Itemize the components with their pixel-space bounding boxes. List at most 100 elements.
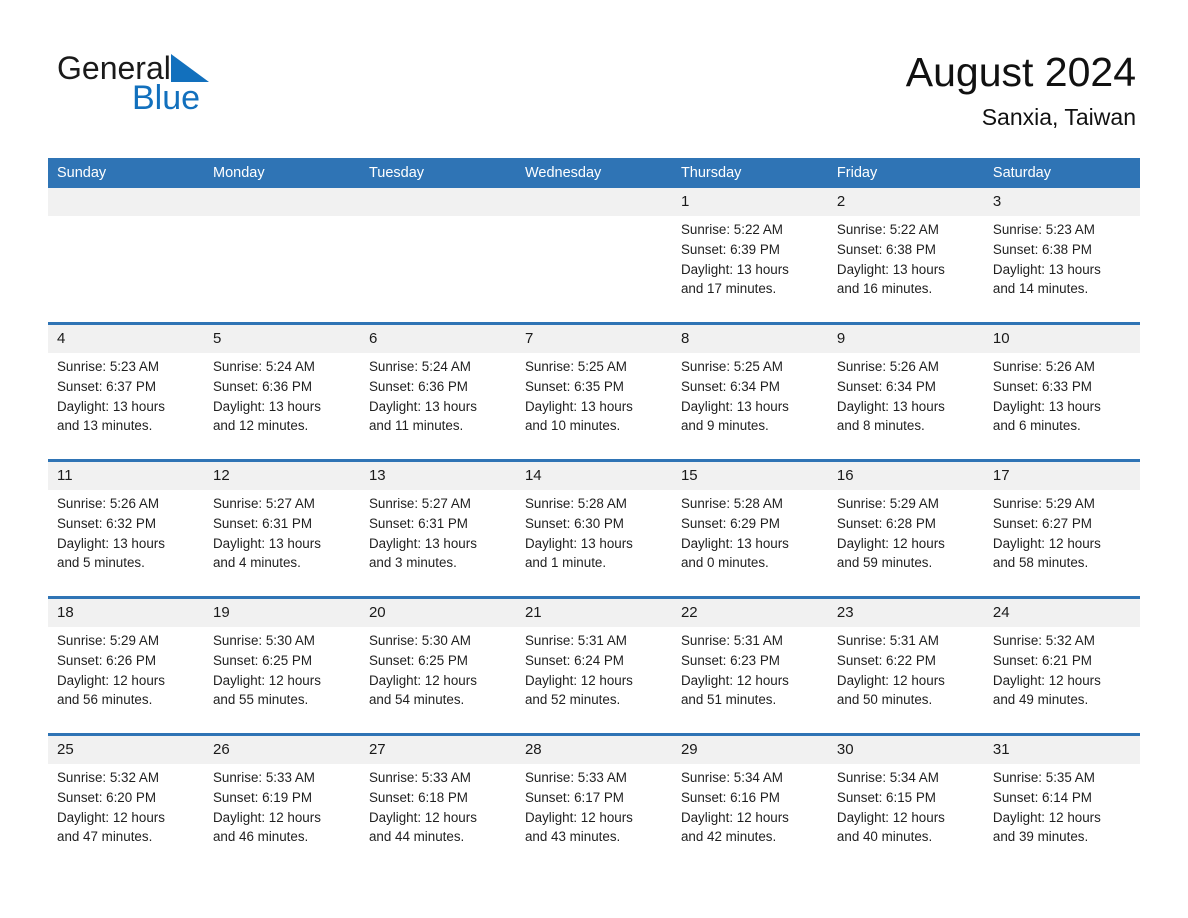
page-header: General Blue August 2024 Sanxia, Taiwan bbox=[0, 0, 1188, 150]
daylight-text-line2: and 14 minutes. bbox=[992, 281, 1089, 297]
weekday-header-sunday: Sunday bbox=[48, 158, 204, 188]
sunrise-text: Sunrise: 5:30 AM bbox=[368, 633, 471, 648]
sunset-text: Sunset: 6:22 PM bbox=[836, 652, 936, 668]
daylight-text-line1: Daylight: 12 hours bbox=[992, 672, 1101, 688]
daylight-text-line2: and 40 minutes. bbox=[836, 829, 933, 845]
day-cell-details: Sunrise: 5:33 AM Sunset: 6:17 PM Dayligh… bbox=[515, 764, 672, 870]
day-cell-number: 29 bbox=[671, 736, 828, 764]
daylight-text-line1: Daylight: 12 hours bbox=[992, 809, 1101, 825]
sunrise-text: Sunrise: 5:34 AM bbox=[836, 770, 939, 785]
sunset-text: Sunset: 6:31 PM bbox=[368, 515, 468, 531]
day-cell-details bbox=[515, 216, 672, 322]
daylight-text-line2: and 1 minute. bbox=[524, 555, 607, 571]
week-4-daynumbers: 18 19 20 21 22 23 24 bbox=[48, 599, 1140, 627]
daylight-text-line1: Daylight: 12 hours bbox=[836, 535, 945, 551]
daylight-text-line1: Daylight: 13 hours bbox=[836, 398, 945, 414]
daylight-text-line2: and 51 minutes. bbox=[680, 692, 777, 708]
sunrise-text: Sunrise: 5:31 AM bbox=[836, 633, 939, 648]
sunrise-text: Sunrise: 5:22 AM bbox=[836, 222, 939, 237]
daylight-text-line1: Daylight: 13 hours bbox=[57, 398, 165, 414]
sunset-text: Sunset: 6:17 PM bbox=[524, 789, 624, 805]
generalblue-logo: General Blue bbox=[57, 52, 357, 132]
daylight-text-line1: Daylight: 12 hours bbox=[680, 672, 789, 688]
daylight-text-line2: and 56 minutes. bbox=[57, 692, 153, 708]
daylight-text-line2: and 52 minutes. bbox=[524, 692, 621, 708]
day-cell-number: 27 bbox=[359, 736, 516, 764]
sunrise-text: Sunrise: 5:30 AM bbox=[212, 633, 315, 648]
daylight-text-line2: and 5 minutes. bbox=[57, 555, 145, 571]
sunrise-text: Sunrise: 5:23 AM bbox=[992, 222, 1095, 237]
sunrise-text: Sunrise: 5:24 AM bbox=[368, 359, 471, 374]
sunset-text: Sunset: 6:37 PM bbox=[57, 378, 156, 394]
logo-blue-text: Blue bbox=[132, 79, 201, 117]
daylight-text-line1: Daylight: 13 hours bbox=[680, 261, 789, 277]
week-1-daynumbers: 1 2 3 bbox=[48, 188, 1140, 216]
day-cell-details: Sunrise: 5:34 AM Sunset: 6:15 PM Dayligh… bbox=[827, 764, 984, 870]
sunset-text: Sunset: 6:30 PM bbox=[524, 515, 624, 531]
day-cell-details bbox=[48, 216, 204, 322]
daylight-text-line1: Daylight: 12 hours bbox=[368, 809, 477, 825]
daylight-text-line1: Daylight: 13 hours bbox=[57, 535, 165, 551]
sunrise-text: Sunrise: 5:28 AM bbox=[680, 496, 783, 511]
day-cell-number: 18 bbox=[48, 599, 204, 627]
sunset-text: Sunset: 6:27 PM bbox=[992, 515, 1092, 531]
week-4-details: Sunrise: 5:29 AM Sunset: 6:26 PM Dayligh… bbox=[48, 627, 1140, 733]
weekday-header-tuesday: Tuesday bbox=[359, 158, 516, 188]
day-cell-number: 26 bbox=[203, 736, 360, 764]
week-1-details: Sunrise: 5:22 AM Sunset: 6:39 PM Dayligh… bbox=[48, 216, 1140, 322]
sunset-text: Sunset: 6:38 PM bbox=[836, 241, 936, 257]
day-cell-details: Sunrise: 5:24 AM Sunset: 6:36 PM Dayligh… bbox=[359, 353, 516, 459]
daylight-text-line1: Daylight: 12 hours bbox=[212, 809, 321, 825]
weekday-header-monday: Monday bbox=[203, 158, 360, 188]
daylight-text-line2: and 17 minutes. bbox=[680, 281, 777, 297]
day-cell-number: 8 bbox=[671, 325, 828, 353]
sunset-text: Sunset: 6:36 PM bbox=[368, 378, 468, 394]
daylight-text-line2: and 10 minutes. bbox=[524, 418, 621, 434]
daylight-text-line1: Daylight: 12 hours bbox=[992, 535, 1101, 551]
sunrise-text: Sunrise: 5:23 AM bbox=[57, 359, 159, 374]
sunrise-text: Sunrise: 5:28 AM bbox=[524, 496, 627, 511]
daylight-text-line1: Daylight: 12 hours bbox=[57, 809, 165, 825]
day-cell-number: 6 bbox=[359, 325, 516, 353]
day-cell-details: Sunrise: 5:30 AM Sunset: 6:25 PM Dayligh… bbox=[203, 627, 360, 733]
week-3-details: Sunrise: 5:26 AM Sunset: 6:32 PM Dayligh… bbox=[48, 490, 1140, 596]
day-cell-details: Sunrise: 5:32 AM Sunset: 6:20 PM Dayligh… bbox=[48, 764, 204, 870]
week-3-daynumbers: 11 12 13 14 15 16 17 bbox=[48, 462, 1140, 490]
sunset-text: Sunset: 6:24 PM bbox=[524, 652, 624, 668]
calendar-page: General Blue August 2024 Sanxia, Taiwan … bbox=[0, 0, 1188, 918]
sunset-text: Sunset: 6:14 PM bbox=[992, 789, 1092, 805]
daylight-text-line1: Daylight: 12 hours bbox=[212, 672, 321, 688]
day-cell-number: 25 bbox=[48, 736, 204, 764]
sunrise-text: Sunrise: 5:27 AM bbox=[212, 496, 315, 511]
week-5-daynumbers: 25 26 27 28 29 30 31 bbox=[48, 736, 1140, 764]
daylight-text-line2: and 42 minutes. bbox=[680, 829, 777, 845]
calendar-table: Sunday Monday Tuesday Wednesday Thursday… bbox=[48, 158, 1140, 870]
day-cell-number: 31 bbox=[983, 736, 1140, 764]
daylight-text-line2: and 13 minutes. bbox=[57, 418, 153, 434]
daylight-text-line2: and 3 minutes. bbox=[368, 555, 457, 571]
sunrise-text: Sunrise: 5:26 AM bbox=[836, 359, 939, 374]
sunset-text: Sunset: 6:29 PM bbox=[680, 515, 780, 531]
day-cell-number: 30 bbox=[827, 736, 984, 764]
daylight-text-line1: Daylight: 12 hours bbox=[836, 809, 945, 825]
day-cell-details: Sunrise: 5:27 AM Sunset: 6:31 PM Dayligh… bbox=[359, 490, 516, 596]
day-cell-number: 14 bbox=[515, 462, 672, 490]
sunset-text: Sunset: 6:20 PM bbox=[57, 789, 156, 805]
sunrise-text: Sunrise: 5:24 AM bbox=[212, 359, 315, 374]
day-cell-details: Sunrise: 5:27 AM Sunset: 6:31 PM Dayligh… bbox=[203, 490, 360, 596]
day-cell-details: Sunrise: 5:22 AM Sunset: 6:39 PM Dayligh… bbox=[671, 216, 828, 322]
sunrise-text: Sunrise: 5:29 AM bbox=[836, 496, 939, 511]
day-cell-details: Sunrise: 5:31 AM Sunset: 6:22 PM Dayligh… bbox=[827, 627, 984, 733]
day-cell-number bbox=[515, 188, 672, 216]
daylight-text-line1: Daylight: 13 hours bbox=[524, 535, 633, 551]
sunrise-text: Sunrise: 5:32 AM bbox=[57, 770, 159, 785]
daylight-text-line1: Daylight: 12 hours bbox=[524, 809, 633, 825]
day-cell-number bbox=[359, 188, 516, 216]
sunset-text: Sunset: 6:15 PM bbox=[836, 789, 936, 805]
sunrise-text: Sunrise: 5:29 AM bbox=[992, 496, 1095, 511]
day-cell-details: Sunrise: 5:26 AM Sunset: 6:34 PM Dayligh… bbox=[827, 353, 984, 459]
day-cell-number: 28 bbox=[515, 736, 672, 764]
day-cell-details: Sunrise: 5:23 AM Sunset: 6:38 PM Dayligh… bbox=[983, 216, 1140, 322]
day-cell-number bbox=[48, 188, 204, 216]
sunset-text: Sunset: 6:39 PM bbox=[680, 241, 780, 257]
